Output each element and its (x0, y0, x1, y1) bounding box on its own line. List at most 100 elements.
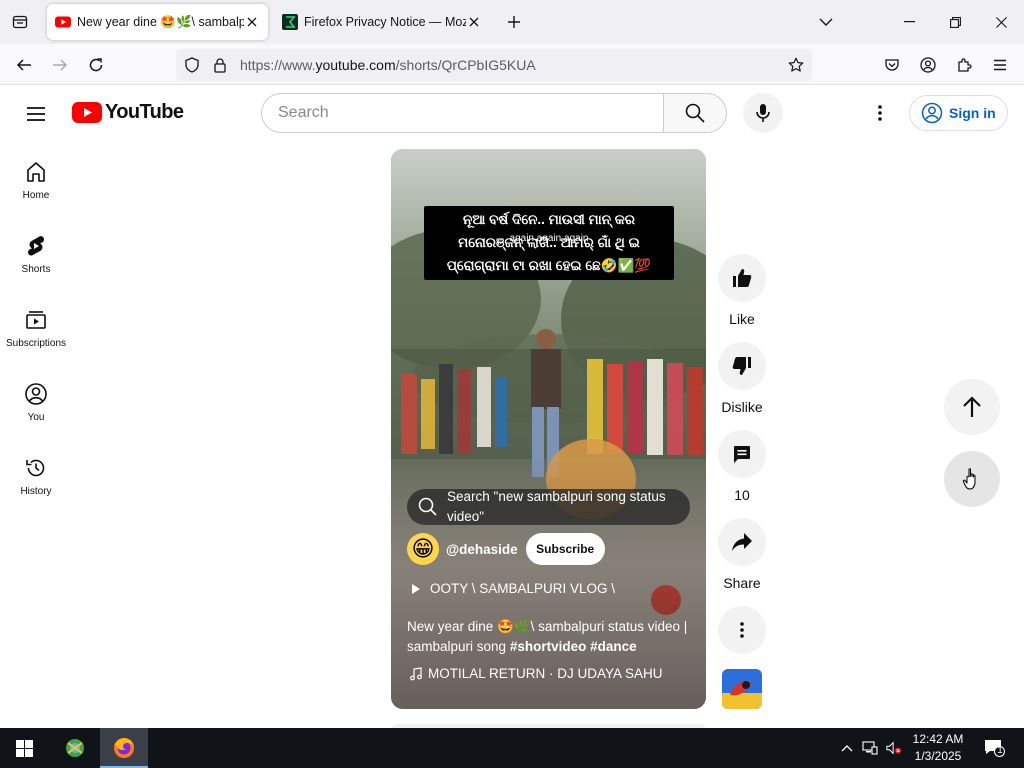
system-clock[interactable]: 12:42 AM 1/3/2025 (904, 731, 972, 765)
extensions-button[interactable] (951, 52, 977, 78)
new-tab-button[interactable] (502, 10, 526, 34)
show-hidden-icons-button[interactable] (839, 740, 855, 756)
lock-icon[interactable] (212, 57, 228, 73)
windows-taskbar: 12:42 AM 1/3/2025 1 (0, 728, 1024, 768)
shorts-player[interactable]: ନୂଆ ବର୍ଷ ଦିନେ.. ମାଉସୀ ମାନ୍ କର ମନୋରଞ୍ଜନ୍ … (391, 149, 706, 709)
guide-label: You (27, 412, 45, 423)
guide-label: Subscriptions (5, 338, 67, 349)
hashtag-link[interactable]: #shortvideo (510, 639, 587, 654)
search-placeholder: Search (278, 104, 329, 121)
music-title: MOTILAL RETURN · DJ UDAYA SAHU (428, 666, 663, 681)
guide-item-home[interactable]: Home (0, 142, 72, 216)
tab-firefox-privacy[interactable]: Firefox Privacy Notice — Mozilla (274, 4, 490, 40)
forward-arrow-icon (53, 59, 68, 71)
search-button[interactable] (663, 93, 727, 133)
minimize-button[interactable] (886, 0, 932, 44)
music-link[interactable]: MOTILAL RETURN · DJ UDAYA SAHU (409, 666, 663, 681)
sound-thumbnail-image (722, 669, 762, 709)
sound-thumbnail[interactable] (722, 669, 762, 709)
voice-search-button[interactable] (743, 93, 783, 133)
previous-short-button[interactable] (944, 379, 1000, 435)
caption-line: ପ୍ରୋଗ୍ରାମା ଟା ରଖା ହେଇ ଛେ🤣✅💯 (446, 258, 652, 273)
more-action (717, 606, 767, 654)
youtube-icon (55, 16, 71, 28)
playlist-link[interactable]: OOTY \ SAMBALPURI VLOG \ (411, 581, 615, 596)
notifications-button[interactable]: 1 (984, 739, 1006, 757)
account-button[interactable] (915, 52, 941, 78)
guide-item-you[interactable]: You (0, 364, 72, 438)
subscribe-button[interactable]: Subscribe (525, 533, 605, 565)
close-window-button[interactable] (978, 0, 1024, 44)
arrow-up-icon (963, 396, 981, 417)
settings-more-button[interactable] (868, 101, 892, 125)
taskbar-app-firefox[interactable] (100, 728, 148, 768)
playlist-title: OOTY \ SAMBALPURI VLOG \ (430, 581, 616, 596)
close-tab-icon[interactable] (244, 14, 260, 30)
start-button[interactable] (0, 728, 48, 768)
plus-icon (508, 16, 520, 28)
close-icon (995, 16, 1007, 28)
url-text: https://www.youtube.com/shorts/QrCPbIG5K… (240, 57, 536, 73)
reload-button[interactable] (83, 52, 109, 78)
comments-action: 10 (717, 430, 767, 503)
dislike-action: Dislike (717, 342, 767, 415)
youtube-logo[interactable]: YouTube (72, 101, 184, 124)
close-tab-icon[interactable] (466, 14, 482, 30)
guide-item-subscriptions[interactable]: Subscriptions (0, 290, 72, 364)
taskbar-app-settings[interactable] (52, 728, 98, 768)
bookmark-star-icon[interactable] (788, 57, 804, 73)
hand-cursor-icon (962, 468, 976, 490)
comments-button[interactable] (718, 430, 766, 478)
restore-button[interactable] (932, 0, 978, 44)
sign-in-button[interactable]: Sign in (909, 95, 1008, 131)
share-action: Share (717, 518, 767, 591)
dislike-button[interactable] (718, 342, 766, 390)
share-arrow-icon (732, 533, 752, 551)
microphone-icon (756, 104, 770, 122)
search-suggestion-text: Search "new sambalpuri song status video… (447, 489, 666, 524)
firefox-icon (114, 738, 134, 758)
guide-label: History (20, 486, 52, 497)
guide-menu-button[interactable] (22, 100, 50, 128)
home-icon (27, 162, 45, 182)
dislike-label: Dislike (721, 399, 763, 415)
guide-item-shorts[interactable]: Shorts (0, 216, 72, 290)
like-action: Like (717, 254, 767, 327)
channel-handle[interactable]: @dehaside (446, 542, 518, 557)
volume-muted-icon (886, 741, 902, 755)
minimize-icon (903, 21, 915, 23)
guide-item-history[interactable]: History (0, 438, 72, 512)
back-button[interactable] (11, 52, 37, 78)
tab-title: New year dine 🤩🌿\ sambalpuri status vide… (77, 14, 244, 29)
next-short-button[interactable] (944, 451, 1000, 507)
share-button[interactable] (718, 518, 766, 566)
network-tray-icon[interactable] (862, 740, 878, 756)
channel-row: 😁 @dehaside Subscribe (407, 532, 605, 566)
mozilla-icon (282, 14, 298, 30)
tracking-protection-shield-icon[interactable] (184, 57, 200, 73)
hamburger-icon (27, 107, 45, 121)
vertical-dots-icon (740, 622, 744, 638)
search-suggestion-chip[interactable]: Search "new sambalpuri song status video… (407, 489, 690, 525)
like-button[interactable] (718, 254, 766, 302)
clock-date: 1/3/2025 (914, 749, 962, 763)
app-menu-button[interactable] (987, 52, 1013, 78)
restore-icon (949, 16, 961, 28)
clock-time: 12:42 AM (912, 732, 964, 746)
url-bar[interactable]: https://www.youtube.com/shorts/QrCPbIG5K… (176, 49, 812, 81)
search-input[interactable]: Search (261, 93, 664, 133)
volume-tray-icon[interactable] (886, 740, 902, 756)
more-actions-button[interactable] (718, 606, 766, 654)
pocket-button[interactable] (879, 52, 905, 78)
forward-button[interactable] (47, 52, 73, 78)
tab-youtube-short[interactable]: New year dine 🤩🌿\ sambalpuri status vide… (47, 4, 268, 40)
guide-label: Shorts (21, 264, 51, 275)
firefox-view-button[interactable] (8, 10, 32, 34)
windows-logo-icon (15, 739, 33, 757)
thumbs-up-icon (733, 269, 752, 287)
account-icon (920, 57, 936, 73)
hashtag-link[interactable]: #dance (590, 639, 637, 654)
channel-avatar[interactable]: 😁 (407, 533, 439, 565)
list-all-tabs-button[interactable] (814, 10, 838, 34)
youtube-logo-icon (72, 102, 102, 123)
